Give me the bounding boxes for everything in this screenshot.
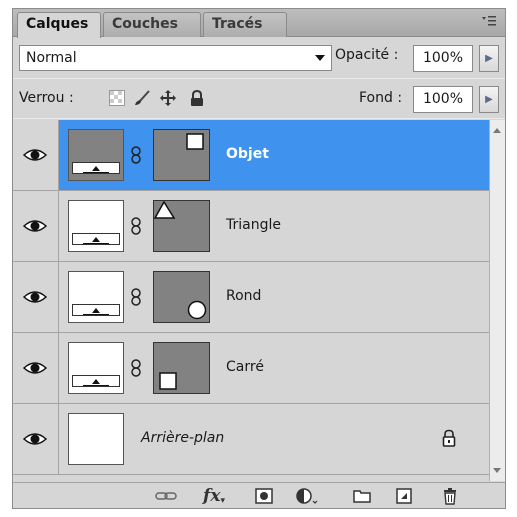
blend-row: Normal Opacité : 100% ▶ [13, 38, 505, 77]
mask-thumbnail[interactable] [153, 342, 210, 394]
blend-mode-value: Normal [26, 50, 77, 66]
eye-icon [23, 362, 47, 374]
triangle-shape [154, 201, 176, 219]
layer-name[interactable]: Carré [226, 359, 264, 375]
layer-list-scrollbar[interactable] [489, 120, 505, 481]
fill-slider-button[interactable]: ▶ [479, 86, 499, 113]
lock-position-icon[interactable] [160, 90, 176, 106]
layer-thumbnail[interactable] [68, 200, 124, 252]
divider [13, 118, 505, 119]
layer-row-background[interactable]: Arrière-plan [13, 404, 489, 475]
fx-label: fx [203, 486, 221, 506]
fill-input[interactable]: 100% [413, 86, 473, 113]
divider [13, 78, 505, 79]
lock-label: Verrou : [19, 90, 74, 106]
eye-icon [23, 291, 47, 303]
mask-link-icon[interactable] [130, 217, 142, 235]
lock-all-icon[interactable] [189, 89, 205, 106]
thumbnail-content [72, 162, 120, 174]
lock-image-pixels-icon[interactable] [134, 90, 150, 106]
layer-name[interactable]: Triangle [226, 217, 281, 233]
layer-style-fx-icon[interactable]: fx▾ [203, 486, 233, 506]
lock-row: Verrou : Fond : 100% ▶ [13, 80, 505, 117]
panel-menu-icon[interactable] [479, 15, 499, 31]
add-mask-icon[interactable] [255, 487, 273, 505]
tab-layers[interactable]: Calques [17, 12, 101, 38]
mask-link-icon[interactable] [130, 359, 142, 377]
dropdown-indicator: ▾ [220, 496, 225, 506]
thumbnail-content [72, 233, 120, 245]
layer-list: Objet Triangle Rond Carré Arrière-plan [13, 120, 489, 481]
layer-row-carre[interactable]: Carré [13, 333, 489, 404]
thumbnail-content [72, 375, 120, 387]
chevron-down-icon [315, 55, 325, 61]
layer-row-triangle[interactable]: Triangle [13, 191, 489, 262]
eye-icon [23, 433, 47, 445]
circle-shape [187, 300, 207, 320]
layer-row-objet[interactable]: Objet [13, 120, 489, 191]
visibility-toggle[interactable] [13, 262, 59, 332]
mask-thumbnail[interactable] [153, 129, 210, 181]
square-shape [159, 372, 177, 390]
lock-transparent-pixels-icon[interactable] [109, 90, 125, 106]
layer-thumbnail[interactable] [68, 413, 124, 465]
layers-panel: Calques Couches Tracés Normal Opacité : … [12, 8, 506, 509]
link-layers-icon[interactable] [155, 487, 177, 505]
layer-thumbnail[interactable] [68, 271, 124, 323]
fill-label: Fond : [359, 90, 403, 106]
lock-icon [442, 429, 456, 447]
opacity-label: Opacité : [335, 47, 399, 63]
visibility-toggle[interactable] [13, 191, 59, 261]
mask-link-icon[interactable] [130, 146, 142, 164]
delete-layer-icon[interactable] [441, 487, 459, 505]
square-shape [186, 133, 204, 150]
mask-thumbnail[interactable] [153, 200, 210, 252]
new-layer-icon[interactable] [395, 487, 413, 505]
scroll-up-icon[interactable] [493, 128, 501, 133]
blend-mode-select[interactable]: Normal [19, 45, 332, 71]
layer-row-rond[interactable]: Rond [13, 262, 489, 333]
tab-paths[interactable]: Tracés [203, 12, 287, 37]
tab-channels[interactable]: Couches [103, 12, 201, 37]
visibility-toggle[interactable] [13, 333, 59, 403]
adjustment-layer-icon[interactable] [295, 487, 319, 505]
scroll-down-icon[interactable] [493, 468, 501, 473]
layer-name[interactable]: Rond [226, 288, 261, 304]
visibility-toggle[interactable] [13, 120, 59, 190]
layer-name[interactable]: Objet [226, 146, 269, 162]
eye-icon [23, 149, 47, 161]
layer-thumbnail[interactable] [68, 129, 124, 181]
tab-bar: Calques Couches Tracés [13, 9, 505, 38]
layer-name[interactable]: Arrière-plan [141, 430, 224, 446]
eye-icon [23, 220, 47, 232]
mask-link-icon[interactable] [130, 288, 142, 306]
mask-thumbnail[interactable] [153, 271, 210, 323]
layers-toolbar: fx▾ [13, 482, 505, 508]
layer-thumbnail[interactable] [68, 342, 124, 394]
opacity-slider-button[interactable]: ▶ [479, 45, 499, 72]
thumbnail-content [72, 304, 120, 316]
opacity-input[interactable]: 100% [413, 45, 473, 72]
visibility-toggle[interactable] [13, 404, 59, 474]
new-group-icon[interactable] [353, 487, 371, 505]
